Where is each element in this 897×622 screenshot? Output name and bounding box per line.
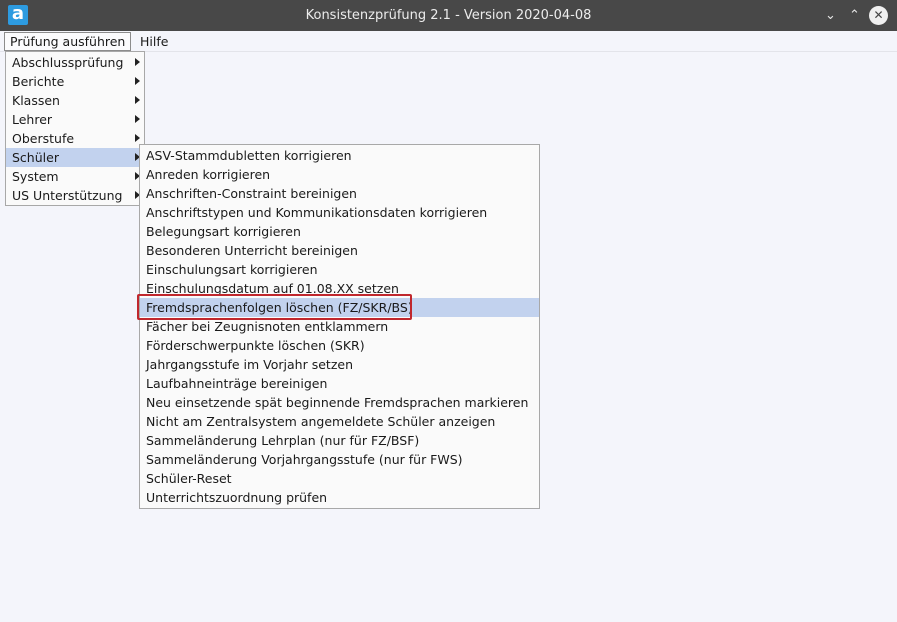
title-bar: a Konsistenzprüfung 2.1 - Version 2020-0… [0,0,897,31]
submenu-item-belegungsart[interactable]: Belegungsart korrigieren [140,222,539,241]
submenu-arrow-icon [135,134,140,142]
submenu-item-anschriften-constraint[interactable]: Anschriften-Constraint bereinigen [140,184,539,203]
menu-item-label: Klassen [12,93,60,108]
submenu-item-schueler-reset[interactable]: Schüler-Reset [140,469,539,488]
close-icon[interactable]: ✕ [869,6,888,25]
maximize-icon[interactable]: ⌃ [845,6,864,25]
menu-item-label: Abschlussprüfung [12,55,124,70]
submenu-item-fremdsprachenfolgen[interactable]: Fremdsprachenfolgen löschen (FZ/SKR/BS) [140,298,539,317]
menu-item-label: Schüler [12,150,59,165]
submenu-arrow-icon [135,77,140,85]
submenu-item-einschulungsart[interactable]: Einschulungsart korrigieren [140,260,539,279]
pruefung-dropdown-menu: Abschlussprüfung Berichte Klassen Lehrer… [5,51,145,206]
menu-hilfe[interactable]: Hilfe [134,32,174,51]
submenu-item-unterrichtszuordnung[interactable]: Unterrichtszuordnung prüfen [140,488,539,507]
submenu-item-foerderschwerpunkte[interactable]: Förderschwerpunkte löschen (SKR) [140,336,539,355]
submenu-item-laufbahneintraege[interactable]: Laufbahneinträge bereinigen [140,374,539,393]
submenu-arrow-icon [135,58,140,66]
window-title: Konsistenzprüfung 2.1 - Version 2020-04-… [305,8,592,23]
menu-item-label: Lehrer [12,112,53,127]
submenu-item-asv-stammdubletten[interactable]: ASV-Stammdubletten korrigieren [140,146,539,165]
submenu-arrow-icon [135,96,140,104]
menu-bar: Prüfung ausführen Hilfe [0,31,897,52]
submenu-item-jahrgangsstufe-vorjahr[interactable]: Jahrgangsstufe im Vorjahr setzen [140,355,539,374]
menu-pruefung-ausfuehren[interactable]: Prüfung ausführen [4,32,132,51]
menu-item-abschlusspruefung[interactable]: Abschlussprüfung [6,53,144,72]
menu-item-system[interactable]: System [6,167,144,186]
menu-item-label: Berichte [12,74,65,89]
submenu-item-besonderer-unterricht[interactable]: Besonderen Unterricht bereinigen [140,241,539,260]
schueler-submenu: ASV-Stammdubletten korrigieren Anreden k… [139,144,540,509]
submenu-arrow-icon [135,115,140,123]
menu-item-label: US Unterstützung [12,188,123,203]
menu-item-oberstufe[interactable]: Oberstufe [6,129,144,148]
submenu-item-neu-einsetzende-fremdsprachen[interactable]: Neu einsetzende spät beginnende Fremdspr… [140,393,539,412]
submenu-item-sammelaenderung-lehrplan[interactable]: Sammeländerung Lehrplan (nur für FZ/BSF) [140,431,539,450]
menu-item-lehrer[interactable]: Lehrer [6,110,144,129]
submenu-item-faecher-entklammern[interactable]: Fächer bei Zeugnisnoten entklammern [140,317,539,336]
menu-item-klassen[interactable]: Klassen [6,91,144,110]
minimize-icon[interactable]: ⌄ [821,6,840,25]
menu-item-us-unterstuetzung[interactable]: US Unterstützung [6,186,144,205]
menu-item-schueler[interactable]: Schüler [6,148,144,167]
submenu-item-anschriftstypen[interactable]: Anschriftstypen und Kommunikationsdaten … [140,203,539,222]
menu-item-label: System [12,169,59,184]
menu-item-label: Oberstufe [12,131,75,146]
submenu-item-anreden[interactable]: Anreden korrigieren [140,165,539,184]
submenu-item-einschulungsdatum[interactable]: Einschulungsdatum auf 01.08.XX setzen [140,279,539,298]
submenu-item-sammelaenderung-vorjahrgangsstufe[interactable]: Sammeländerung Vorjahrgangsstufe (nur fü… [140,450,539,469]
menu-item-berichte[interactable]: Berichte [6,72,144,91]
submenu-item-nicht-angemeldete-schueler[interactable]: Nicht am Zentralsystem angemeldete Schül… [140,412,539,431]
